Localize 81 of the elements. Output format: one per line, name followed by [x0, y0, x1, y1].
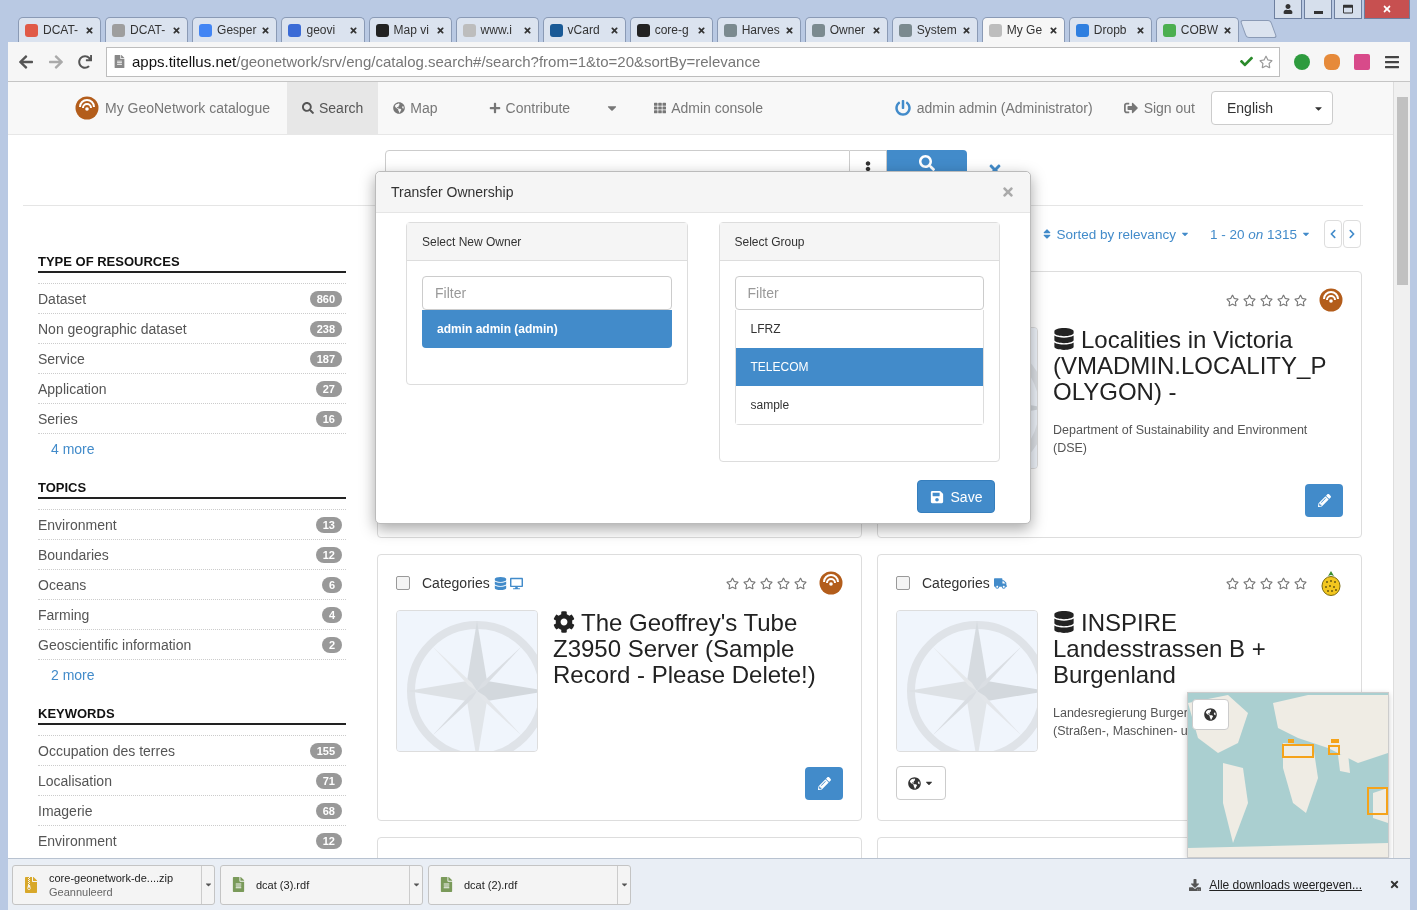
count-badge: 16	[315, 410, 342, 427]
record-organisation: Department of Sustainability and Environment (DSE)	[1053, 422, 1308, 457]
facet-heading: KEYWORDS	[38, 706, 346, 725]
record-title[interactable]: Localities in Victoria (VMADMIN.LOCALITY_POLYGON) -	[1053, 327, 1343, 405]
brand-link[interactable]: My GeoNetwork catalogue	[75, 96, 270, 120]
page-range-menu[interactable]: 1 - 20 on 1315	[1209, 226, 1311, 242]
facet-heading: TOPICS	[38, 480, 346, 499]
dialog-title: Transfer Ownership	[391, 184, 514, 200]
record-title[interactable]: INSPIRE Landesstrassen B + Burgenland	[1053, 610, 1343, 688]
browser-tab[interactable]: vCard	[542, 17, 626, 42]
sort-menu[interactable]: Sorted by relevancy	[1040, 226, 1190, 242]
facet-item[interactable]: Series	[38, 410, 78, 427]
browser-tab[interactable]: Map vi	[368, 17, 452, 42]
browser-tab[interactable]: COBW	[1155, 17, 1240, 42]
browser-tab[interactable]: Gesper	[192, 17, 278, 42]
list-item[interactable]: TELECOM	[735, 348, 983, 386]
count-badge: 2	[321, 636, 342, 653]
browser-tab[interactable]: DCAT-	[105, 17, 189, 42]
download-item[interactable]: dcat (2).rdf	[428, 864, 631, 905]
more-link[interactable]: 2 more	[38, 659, 346, 690]
count-badge: 27	[315, 380, 342, 397]
browser-tab[interactable]: Harves	[716, 17, 801, 42]
filter-field[interactable]: Filter	[734, 276, 984, 310]
browser-tab[interactable]: Dropb	[1068, 17, 1152, 42]
file-name: core-geonetwork-de....zip	[49, 871, 174, 884]
browser-tab[interactable]: core-g	[629, 17, 713, 42]
browser-tab[interactable]: DCAT-	[18, 17, 102, 42]
file-name: dcat (3).rdf	[256, 878, 310, 891]
facet-heading: TYPE OF RESOURCES	[38, 254, 346, 273]
facet-item[interactable]: Service	[38, 350, 85, 367]
facet-item[interactable]: Dataset	[38, 290, 87, 307]
facet-item[interactable]: Application	[38, 380, 107, 397]
nav-tab[interactable]: Map	[378, 82, 453, 134]
count-badge: 155	[309, 742, 342, 759]
nav-tab[interactable]: Contribute	[473, 82, 586, 134]
count-badge: 71	[315, 772, 342, 789]
facet-item[interactable]: Environment	[38, 832, 117, 849]
nav-tab[interactable]: Search	[286, 82, 379, 134]
record-organisation: Landesregierung Burger (Straßen-, Maschinen- u	[1053, 705, 1188, 740]
categories-label: Categories	[922, 575, 990, 591]
download-status: Geannuleerd	[49, 885, 114, 898]
sign-out-link[interactable]: Sign out	[1123, 100, 1195, 116]
facet-item[interactable]: Oceans	[38, 576, 87, 593]
count-badge: 4	[321, 606, 342, 623]
filter-field[interactable]: Filter	[422, 276, 672, 310]
facet-item[interactable]: Farming	[38, 606, 90, 623]
list-item[interactable]: admin admin (admin)	[422, 310, 672, 348]
count-badge: 238	[309, 320, 342, 337]
download-item[interactable]: dcat (3).rdf	[220, 864, 423, 905]
count-badge: 187	[309, 350, 342, 367]
panel-title: Select New Owner	[407, 223, 687, 261]
facet-item[interactable]: Environment	[38, 516, 117, 533]
count-badge: 860	[309, 290, 342, 307]
user-link[interactable]: admin admin (Administrator)	[894, 100, 1093, 116]
facet-item[interactable]: Geoscientific information	[38, 636, 192, 653]
browser-tab[interactable]: System	[891, 17, 978, 42]
facet-item[interactable]: Boundaries	[38, 546, 109, 563]
show-all-downloads-link[interactable]: Alle downloads weergeven...	[1189, 877, 1362, 892]
file-name: dcat (2).rdf	[464, 878, 518, 891]
save-button[interactable]: Save	[917, 480, 995, 513]
facet-item[interactable]: Occupation des terres	[38, 742, 175, 759]
count-badge: 6	[321, 576, 342, 593]
facet-item[interactable]: Imagerie	[38, 802, 93, 819]
language-select[interactable]: English	[1211, 91, 1333, 125]
browser-tab[interactable]: My Ge	[981, 17, 1065, 42]
facet-item[interactable]: Localisation	[38, 772, 112, 789]
count-badge: 68	[315, 802, 342, 819]
nav-tab[interactable]: Admin console	[639, 82, 778, 134]
browser-tab[interactable]: www.i	[455, 17, 539, 42]
browser-tab[interactable]: Owner	[804, 17, 888, 42]
count-badge: 12	[315, 832, 342, 849]
facet-item[interactable]: Non geographic dataset	[38, 320, 187, 337]
more-link[interactable]: 4 more	[38, 433, 346, 464]
address-field[interactable]: apps.titellus.net/geonetwork/srv/eng/catalog.search#/search?from=1&to=20&sortBy=relevance	[106, 46, 1280, 77]
categories-label: Categories	[422, 575, 490, 591]
panel-title: Select Group	[719, 223, 999, 261]
count-badge: 12	[315, 546, 342, 563]
count-badge: 13	[315, 516, 342, 533]
browser-tab[interactable]: geovi	[281, 17, 365, 42]
download-item[interactable]: core-geonetwork-de....zip Geannuleerd	[12, 864, 215, 905]
record-title[interactable]: The Geoffrey's Tube Z3950 Server (Sample Record - Please Delete!)	[553, 610, 843, 688]
